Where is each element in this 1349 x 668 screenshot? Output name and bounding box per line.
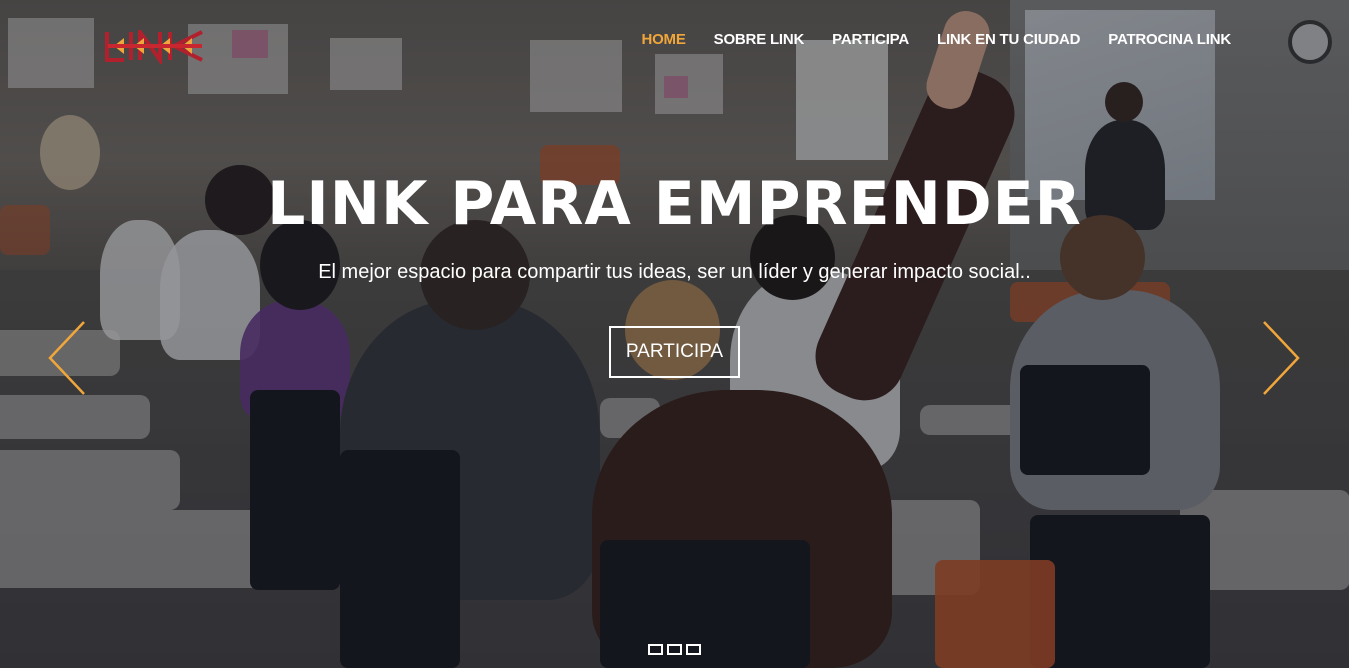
- menu-item-link-en-tu-ciudad: LINK EN TU CIUDAD: [923, 30, 1094, 50]
- hero-title: LINK PARA EMPRENDER: [267, 169, 1082, 239]
- nav-link-sobre-link[interactable]: SOBRE LINK: [700, 30, 819, 50]
- chevron-right-icon: [1263, 321, 1300, 395]
- hero-subtitle: El mejor espacio para compartir tus idea…: [318, 261, 1031, 283]
- hero-carousel: HOME SOBRE LINK PARTICIPA LINK EN TU CIU…: [0, 0, 1349, 668]
- carousel-prev-button[interactable]: [44, 320, 88, 396]
- menu-item-participa: PARTICIPA: [818, 30, 923, 50]
- nav-link-participa[interactable]: PARTICIPA: [818, 30, 923, 50]
- site-logo[interactable]: [104, 30, 206, 64]
- top-navbar: HOME SOBRE LINK PARTICIPA LINK EN TU CIU…: [0, 0, 1349, 80]
- participa-cta-button[interactable]: PARTICIPA: [609, 326, 740, 378]
- menu-item-home: HOME: [627, 30, 699, 50]
- menu-item-patrocina-link: PATROCINA LINK: [1094, 30, 1245, 50]
- carousel-indicator-1[interactable]: [648, 644, 663, 655]
- nav-link-home[interactable]: HOME: [627, 30, 699, 50]
- nav-link-patrocina-link[interactable]: PATROCINA LINK: [1094, 30, 1245, 50]
- nav-link-link-en-tu-ciudad[interactable]: LINK EN TU CIUDAD: [923, 30, 1094, 50]
- menu-item-sobre-link: SOBRE LINK: [700, 30, 819, 50]
- chevron-left-icon: [48, 321, 85, 395]
- main-menu: HOME SOBRE LINK PARTICIPA LINK EN TU CIU…: [627, 30, 1245, 50]
- carousel-indicator-2[interactable]: [667, 644, 682, 655]
- carousel-next-button[interactable]: [1260, 320, 1304, 396]
- carousel-indicators: [648, 644, 701, 655]
- carousel-indicator-3[interactable]: [686, 644, 701, 655]
- logo-mark-icon: [105, 30, 203, 64]
